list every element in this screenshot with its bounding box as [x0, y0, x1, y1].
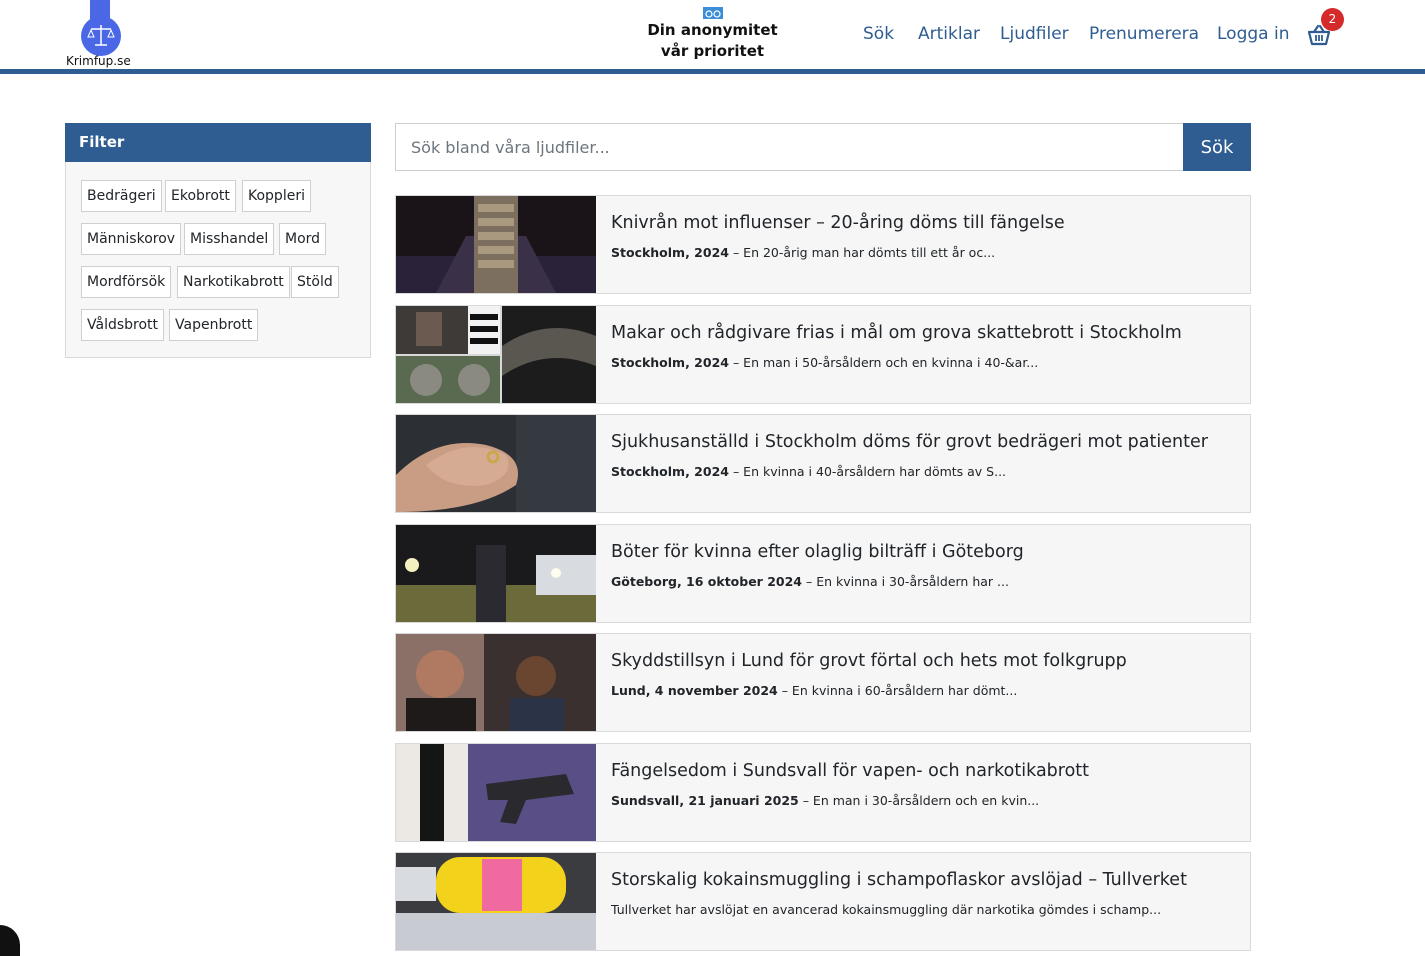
article-meta: Sundsvall, 21 januari 2025 – En man i 30…	[611, 793, 1039, 808]
article-summary: – En man i 30-årsåldern och en kvin...	[798, 793, 1040, 808]
filter-tag-manniskorov[interactable]: Människorov	[81, 223, 182, 255]
article-thumbnail	[396, 634, 596, 731]
article-thumbnail	[396, 306, 596, 403]
article-card[interactable]: Knivrån mot influenser – 20-åring döms t…	[395, 195, 1251, 294]
article-summary: – En kvinna i 40-årsåldern har dömts av …	[728, 464, 1007, 479]
filter-tag-narkotikabrott[interactable]: Narkotikabrott	[177, 266, 290, 298]
article-summary: – En kvinna i 60-årsåldern har dömt...	[777, 683, 1018, 698]
article-title[interactable]: Sjukhusanställd i Stockholm döms för gro…	[611, 432, 1208, 452]
filter-tag-mord[interactable]: Mord	[279, 223, 327, 255]
nav-ljudfiler[interactable]: Ljudfiler	[1000, 24, 1069, 44]
article-title[interactable]: Skyddstillsyn i Lund för grovt förtal oc…	[611, 651, 1127, 671]
article-place: Lund, 4 november 2024	[611, 683, 778, 698]
article-meta: Göteborg, 16 oktober 2024 – En kvinna i …	[611, 574, 1009, 589]
article-title[interactable]: Storskalig kokainsmuggling i schampoflas…	[611, 870, 1187, 890]
article-thumbnail	[396, 415, 596, 512]
article-thumbnail	[396, 525, 596, 622]
article-meta: Stockholm, 2024 – En kvinna i 40-årsålde…	[611, 464, 1006, 479]
logo-text: Krimfup.se	[66, 54, 131, 68]
article-place: Stockholm, 2024	[611, 464, 729, 479]
article-title[interactable]: Knivrån mot influenser – 20-åring döms t…	[611, 213, 1065, 233]
site-logo[interactable]: Krimfup.se	[66, 0, 136, 70]
article-thumbnail	[396, 744, 596, 841]
article-title[interactable]: Fängelsedom i Sundsvall för vapen- och n…	[611, 761, 1089, 781]
filter-tag-bedrageri[interactable]: Bedrägeri	[81, 180, 162, 212]
article-meta: Lund, 4 november 2024 – En kvinna i 60-å…	[611, 683, 1017, 698]
article-card[interactable]: Storskalig kokainsmuggling i schampoflas…	[395, 852, 1251, 951]
article-place: Sundsvall, 21 januari 2025	[611, 793, 799, 808]
filter-tag-misshandel[interactable]: Misshandel	[184, 223, 275, 255]
article-place: Stockholm, 2024	[611, 245, 729, 260]
nav-logga-in[interactable]: Logga in	[1217, 24, 1289, 44]
article-title[interactable]: Makar och rådgivare frias i mål om grova…	[611, 323, 1182, 343]
nav-prenumerera[interactable]: Prenumerera	[1089, 24, 1199, 44]
article-card[interactable]: Skyddstillsyn i Lund för grovt förtal oc…	[395, 633, 1251, 732]
article-meta: Stockholm, 2024 – En man i 50-årsåldern …	[611, 355, 1038, 370]
nav-sok[interactable]: Sök	[863, 24, 894, 44]
article-thumbnail	[396, 853, 596, 950]
article-summary: – En 20-årig man har dömts till ett år o…	[728, 245, 996, 260]
slogan-line-1: Din anonymitet	[647, 21, 778, 39]
nav-artiklar[interactable]: Artiklar	[918, 24, 980, 44]
filter-tag-mordforsok[interactable]: Mordförsök	[81, 266, 172, 298]
article-card[interactable]: Böter för kvinna efter olaglig bilträff …	[395, 524, 1251, 623]
article-card[interactable]: Makar och rådgivare frias i mål om grova…	[395, 305, 1251, 404]
article-place: Stockholm, 2024	[611, 355, 729, 370]
filter-tag-valdsbrott[interactable]: Våldsbrott	[81, 309, 165, 341]
filter-tag-koppleri[interactable]: Koppleri	[242, 180, 311, 212]
article-title[interactable]: Böter för kvinna efter olaglig bilträff …	[611, 542, 1024, 562]
article-thumbnail	[396, 196, 596, 293]
cart-count-badge: 2	[1321, 8, 1344, 31]
scales-icon	[81, 16, 121, 56]
article-card[interactable]: Fängelsedom i Sundsvall för vapen- och n…	[395, 743, 1251, 842]
article-card[interactable]: Sjukhusanställd i Stockholm döms för gro…	[395, 414, 1251, 513]
article-place: Göteborg, 16 oktober 2024	[611, 574, 802, 589]
filter-title: Filter	[65, 123, 371, 162]
article-summary: Tullverket har avslöjat en avancerad kok…	[611, 902, 1162, 917]
article-summary: – En man i 50-årsåldern och en kvinna i …	[728, 355, 1039, 370]
filter-tag-vapenbrott[interactable]: Vapenbrott	[169, 309, 259, 341]
window-corner	[0, 925, 20, 956]
header-divider	[0, 69, 1425, 74]
filter-tag-stold[interactable]: Stöld	[291, 266, 339, 298]
search-button[interactable]: Sök	[1183, 123, 1251, 171]
audio-search-input[interactable]	[395, 123, 1184, 171]
article-meta: Tullverket har avslöjat en avancerad kok…	[611, 902, 1161, 917]
filter-tag-ekobrott[interactable]: Ekobrott	[165, 180, 236, 212]
slogan-line-2: vår prioritet	[660, 42, 765, 60]
article-meta: Stockholm, 2024 – En 20-årig man har döm…	[611, 245, 995, 260]
slogan: Din anonymitet vår prioritet	[640, 6, 785, 62]
article-summary: – En kvinna i 30-årsåldern har ...	[802, 574, 1009, 589]
